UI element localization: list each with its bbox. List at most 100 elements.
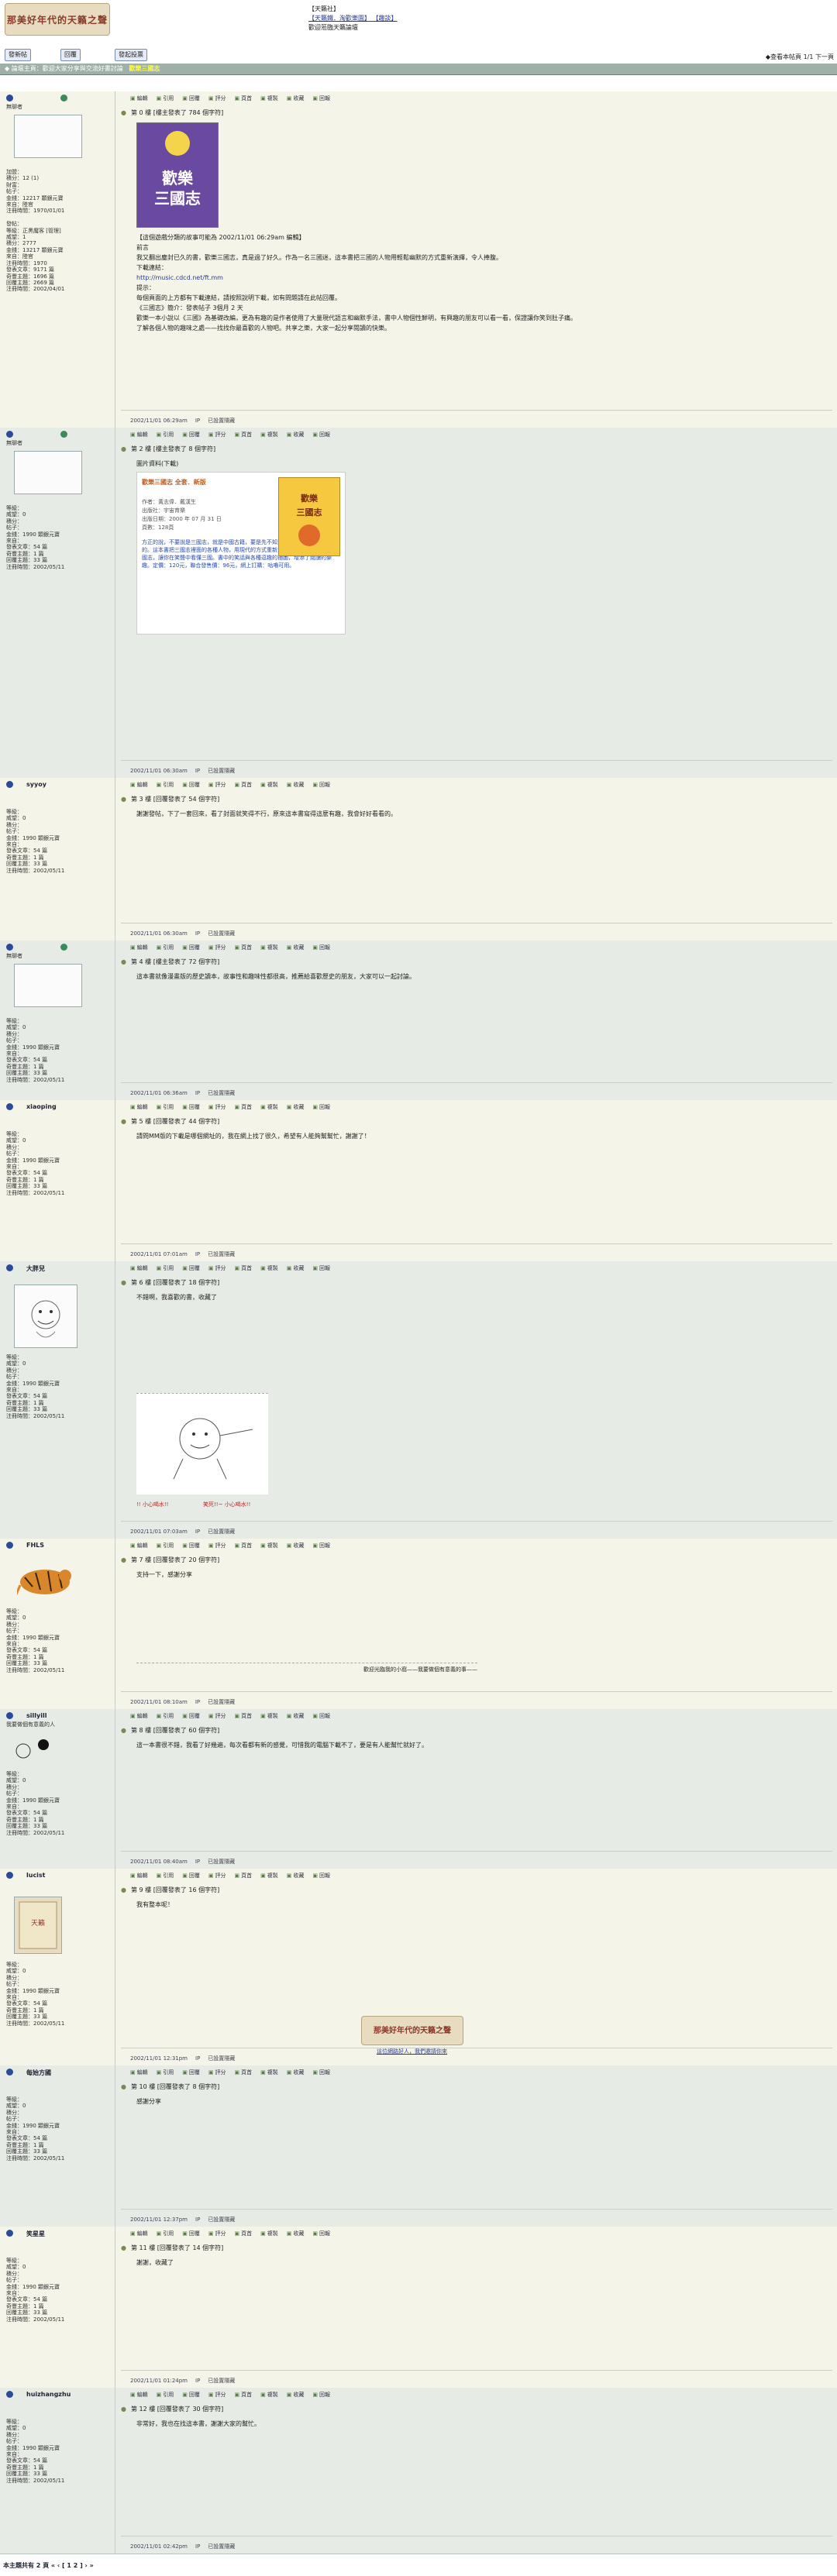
action-2[interactable]: 回覆 — [182, 2069, 200, 2076]
action-3[interactable]: 評分 — [208, 782, 226, 788]
action-2[interactable]: 回覆 — [182, 2392, 200, 2398]
ip-link[interactable]: IP — [195, 1090, 200, 1096]
action-4[interactable]: 頁首 — [235, 1265, 253, 1271]
action-7[interactable]: 回報 — [312, 95, 330, 101]
action-4[interactable]: 頁首 — [235, 1104, 253, 1110]
action-3[interactable]: 評分 — [208, 2069, 226, 2076]
action-0[interactable]: 編輯 — [130, 2230, 148, 2237]
report-link[interactable]: 已設置隱藏 — [208, 418, 235, 424]
author-name[interactable]: sillyill — [26, 1712, 46, 1719]
report-link[interactable]: 已設置隱藏 — [208, 2378, 235, 2384]
pager[interactable]: 本主題共有 2 頁 « ‹ [ 1 2 ] › » — [3, 2561, 94, 2570]
author-name[interactable]: huizhangzhu — [26, 2391, 71, 2398]
new-poll-button[interactable]: 發起投票 — [115, 49, 147, 61]
action-6[interactable]: 收藏 — [287, 1713, 305, 1719]
report-link[interactable]: 已設置隱藏 — [208, 2543, 235, 2550]
action-2[interactable]: 回覆 — [182, 1543, 200, 1549]
author-name[interactable]: FHLS — [26, 1542, 44, 1549]
action-5[interactable]: 複製 — [260, 2069, 278, 2076]
action-3[interactable]: 評分 — [208, 1265, 226, 1271]
action-0[interactable]: 編輯 — [130, 432, 148, 438]
report-link[interactable]: 已設置隱藏 — [208, 1529, 235, 1535]
new-topic-button[interactable]: 發新帖 — [5, 49, 31, 61]
action-3[interactable]: 評分 — [208, 432, 226, 438]
site-logo[interactable]: 那美好年代的天籟之聲 — [5, 3, 110, 36]
action-1[interactable]: 引用 — [157, 2069, 174, 2076]
report-link[interactable]: 已設置隱藏 — [208, 930, 235, 937]
action-1[interactable]: 引用 — [157, 1265, 174, 1271]
report-link[interactable]: 已設置隱藏 — [208, 768, 235, 774]
ip-link[interactable]: IP — [195, 1251, 200, 1257]
action-5[interactable]: 複製 — [260, 1713, 278, 1719]
action-7[interactable]: 回報 — [312, 1104, 330, 1110]
author-name[interactable]: xiaoping — [26, 1103, 57, 1110]
page-nav[interactable]: ◆查看本帖頁 1/1 下一頁 — [766, 53, 834, 61]
action-4[interactable]: 頁首 — [235, 95, 253, 101]
action-7[interactable]: 回報 — [312, 1713, 330, 1719]
action-5[interactable]: 複製 — [260, 2230, 278, 2237]
action-6[interactable]: 收藏 — [287, 944, 305, 951]
action-6[interactable]: 收藏 — [287, 95, 305, 101]
action-4[interactable]: 頁首 — [235, 2392, 253, 2398]
author-name[interactable]: lucist — [26, 1872, 46, 1879]
report-link[interactable]: 已設置隱藏 — [208, 1859, 235, 1865]
ip-link[interactable]: IP — [195, 1529, 200, 1535]
action-3[interactable]: 評分 — [208, 2392, 226, 2398]
action-4[interactable]: 頁首 — [235, 2069, 253, 2076]
author-name[interactable]: 每始方國 — [26, 2069, 51, 2077]
action-2[interactable]: 回覆 — [182, 2230, 200, 2237]
action-0[interactable]: 編輯 — [130, 782, 148, 788]
ip-link[interactable]: IP — [195, 2378, 200, 2384]
ip-link[interactable]: IP — [195, 1699, 200, 1705]
action-2[interactable]: 回覆 — [182, 1265, 200, 1271]
action-5[interactable]: 複製 — [260, 1543, 278, 1549]
action-6[interactable]: 收藏 — [287, 1873, 305, 1879]
action-3[interactable]: 評分 — [208, 1543, 226, 1549]
action-0[interactable]: 編輯 — [130, 95, 148, 101]
download-link[interactable]: http://music.cdcd.net/ft.mm — [136, 273, 818, 283]
action-5[interactable]: 複製 — [260, 782, 278, 788]
action-5[interactable]: 複製 — [260, 2392, 278, 2398]
action-2[interactable]: 回覆 — [182, 1104, 200, 1110]
action-6[interactable]: 收藏 — [287, 2392, 305, 2398]
action-1[interactable]: 引用 — [157, 432, 174, 438]
top-line-2[interactable]: 【天籟鐵．淘歡樂園】 【趣談】 — [308, 14, 398, 23]
action-5[interactable]: 複製 — [260, 432, 278, 438]
action-7[interactable]: 回報 — [312, 1543, 330, 1549]
action-5[interactable]: 複製 — [260, 1873, 278, 1879]
action-5[interactable]: 複製 — [260, 1104, 278, 1110]
breadcrumb-path[interactable]: ◆ 論壇主頁：歡迎大家分享與交流好書討論 — [5, 65, 123, 72]
action-1[interactable]: 引用 — [157, 944, 174, 951]
action-1[interactable]: 引用 — [157, 2230, 174, 2237]
action-7[interactable]: 回報 — [312, 432, 330, 438]
action-1[interactable]: 引用 — [157, 95, 174, 101]
action-5[interactable]: 複製 — [260, 944, 278, 951]
action-0[interactable]: 編輯 — [130, 1873, 148, 1879]
action-1[interactable]: 引用 — [157, 1543, 174, 1549]
action-4[interactable]: 頁首 — [235, 432, 253, 438]
action-4[interactable]: 頁首 — [235, 944, 253, 951]
action-3[interactable]: 評分 — [208, 944, 226, 951]
ip-link[interactable]: IP — [195, 418, 200, 424]
ip-link[interactable]: IP — [195, 2543, 200, 2550]
action-3[interactable]: 評分 — [208, 2230, 226, 2237]
report-link[interactable]: 已設置隱藏 — [208, 2217, 235, 2223]
reply-button[interactable]: 回覆 — [60, 49, 81, 61]
action-0[interactable]: 編輯 — [130, 1543, 148, 1549]
action-6[interactable]: 收藏 — [287, 1265, 305, 1271]
action-3[interactable]: 評分 — [208, 95, 226, 101]
action-7[interactable]: 回報 — [312, 944, 330, 951]
action-0[interactable]: 編輯 — [130, 944, 148, 951]
action-5[interactable]: 複製 — [260, 95, 278, 101]
action-0[interactable]: 編輯 — [130, 1265, 148, 1271]
action-0[interactable]: 編輯 — [130, 2392, 148, 2398]
action-6[interactable]: 收藏 — [287, 1543, 305, 1549]
action-0[interactable]: 編輯 — [130, 2069, 148, 2076]
author-name[interactable]: syyoy — [26, 781, 46, 788]
signature-banner[interactable]: 那美好年代的天籟之聲 — [361, 2016, 463, 2045]
action-4[interactable]: 頁首 — [235, 1543, 253, 1549]
action-2[interactable]: 回覆 — [182, 1713, 200, 1719]
action-7[interactable]: 回報 — [312, 2392, 330, 2398]
action-4[interactable]: 頁首 — [235, 2230, 253, 2237]
ip-link[interactable]: IP — [195, 2217, 200, 2223]
